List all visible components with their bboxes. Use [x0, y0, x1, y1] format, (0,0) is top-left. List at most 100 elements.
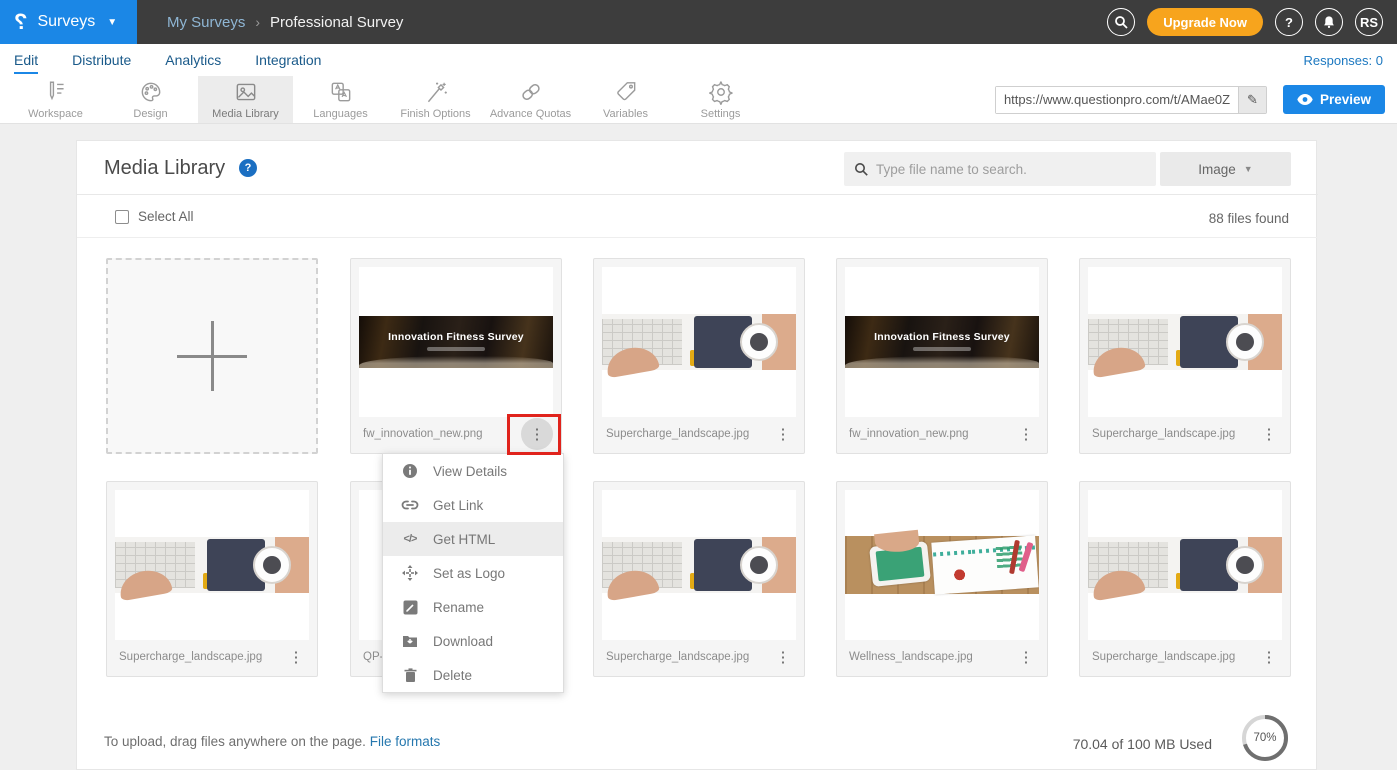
breadcrumb-separator-icon: › — [255, 14, 260, 30]
media-file-tile[interactable]: Supercharge_landscape.jpg⋮ — [593, 481, 805, 677]
media-file-tile[interactable]: Wellness_landscape.jpg⋮ — [836, 481, 1048, 677]
file-name: fw_innovation_new.png — [849, 428, 1013, 440]
media-file-tile[interactable]: Innovation Fitness Survey fw_innovation_n… — [836, 258, 1048, 454]
upload-hint: To upload, drag files anywhere on the pa… — [104, 734, 440, 749]
advance-quotas-icon — [518, 79, 544, 105]
file-options-button[interactable]: ⋮ — [283, 644, 309, 670]
media-file-tile[interactable]: Innovation Fitness Surveyfw_innovation_n… — [350, 258, 562, 454]
top-right-actions: Upgrade Now ? RS — [1107, 8, 1397, 36]
design-icon — [138, 79, 164, 105]
upload-file-tile[interactable] — [106, 258, 318, 454]
edit-url-button[interactable]: ✎ — [1238, 87, 1266, 113]
eye-icon — [1297, 94, 1313, 105]
delete-icon — [401, 668, 419, 683]
thumbnail-innovation-banner: Innovation Fitness Survey — [845, 267, 1039, 417]
toolbar-item-finish-options[interactable]: Finish Options — [388, 76, 483, 123]
upgrade-now-button[interactable]: Upgrade Now — [1147, 8, 1263, 36]
responses-count[interactable]: Responses: 0 — [1304, 53, 1397, 68]
file-name: Supercharge_landscape.jpg — [606, 651, 770, 663]
file-options-button[interactable]: ⋮ — [521, 418, 553, 450]
survey-url-input[interactable] — [996, 87, 1238, 113]
code-icon: </> — [401, 533, 419, 545]
rename-icon — [401, 600, 419, 615]
chevron-down-icon: ▼ — [107, 17, 117, 28]
workspace-icon — [43, 79, 69, 105]
file-options-button[interactable]: ⋮ — [770, 421, 796, 447]
file-name: Supercharge_landscape.jpg — [119, 651, 283, 663]
global-search-button[interactable] — [1107, 8, 1135, 36]
download-icon — [401, 634, 419, 648]
toolbar-item-workspace[interactable]: Workspace — [8, 76, 103, 123]
search-icon — [1114, 15, 1128, 29]
thumbnail-wellness-photo — [845, 490, 1039, 640]
file-options-button[interactable]: ⋮ — [1256, 644, 1282, 670]
menu-item-view-details[interactable]: View Details — [383, 454, 563, 488]
storage-used-text: 70.04 of 100 MB Used — [1073, 736, 1212, 752]
file-options-button[interactable]: ⋮ — [1013, 644, 1039, 670]
top-bar: ? Surveys ▼ My Surveys › Professional Su… — [0, 0, 1397, 44]
menu-item-download[interactable]: Download — [383, 624, 563, 658]
file-formats-link[interactable]: File formats — [370, 734, 441, 749]
storage-percent: 70% — [1240, 713, 1290, 763]
file-options-button[interactable]: ⋮ — [770, 644, 796, 670]
media-grid: Innovation Fitness Survey fw_innovation_n… — [77, 141, 1318, 770]
plus-icon — [177, 321, 247, 391]
variables-icon — [613, 79, 639, 105]
thumbnail-supercharge-photo — [1088, 490, 1282, 640]
help-button[interactable]: ? — [1275, 8, 1303, 36]
survey-url-box: ✎ — [995, 86, 1267, 114]
toolbar-item-settings[interactable]: Settings — [673, 76, 768, 123]
tab-distribute[interactable]: Distribute — [72, 46, 131, 74]
menu-item-rename[interactable]: Rename — [383, 590, 563, 624]
tab-edit[interactable]: Edit — [14, 46, 38, 74]
avatar[interactable]: RS — [1355, 8, 1383, 36]
toolbar-item-design[interactable]: Design — [103, 76, 198, 123]
menu-item-get-link[interactable]: Get Link — [383, 488, 563, 522]
toolbar-item-media-library[interactable]: Media Library — [198, 76, 293, 123]
thumbnail-innovation-banner: Innovation Fitness Survey — [359, 267, 553, 417]
toolbar-item-advance-quotas[interactable]: Advance Quotas — [483, 76, 578, 123]
file-options-button[interactable]: ⋮ — [1013, 421, 1039, 447]
storage-progress-ring: 70% — [1240, 713, 1290, 763]
menu-item-set-as-logo[interactable]: Set as Logo — [383, 556, 563, 590]
media-library-page: ? Surveys ▼ My Surveys › Professional Su… — [0, 0, 1397, 770]
media-file-tile[interactable]: Supercharge_landscape.jpg⋮ — [1079, 481, 1291, 677]
thumbnail-supercharge-photo — [115, 490, 309, 640]
tab-analytics[interactable]: Analytics — [165, 46, 221, 74]
media-file-tile[interactable]: Supercharge_landscape.jpg⋮ — [1079, 258, 1291, 454]
file-name: Supercharge_landscape.jpg — [1092, 428, 1256, 440]
menu-item-delete[interactable]: Delete — [383, 658, 563, 692]
toolbar-item-variables[interactable]: Variables — [578, 76, 673, 123]
menu-item-get-html[interactable]: </>Get HTML — [383, 522, 563, 556]
media-library-icon — [233, 79, 259, 105]
edit-toolbar: Workspace Design Media Library Languages… — [0, 76, 1397, 124]
preview-button[interactable]: Preview — [1283, 85, 1385, 114]
surveys-product-menu[interactable]: ? Surveys ▼ — [0, 0, 137, 44]
breadcrumb: My Surveys › Professional Survey — [167, 14, 403, 31]
breadcrumb-my-surveys[interactable]: My Surveys — [167, 14, 245, 31]
survey-nav: Edit Distribute Analytics Integration Re… — [0, 44, 1397, 76]
media-library-panel: Media Library ? Image ▼ Select All 88 fi… — [76, 140, 1317, 770]
finish-options-icon — [423, 79, 449, 105]
file-name: Wellness_landscape.jpg — [849, 651, 1013, 663]
toolbar-item-languages[interactable]: Languages — [293, 76, 388, 123]
media-file-tile[interactable]: Supercharge_landscape.jpg⋮ — [106, 481, 318, 677]
bell-icon — [1322, 15, 1336, 29]
thumbnail-supercharge-photo — [602, 267, 796, 417]
notifications-button[interactable] — [1315, 8, 1343, 36]
file-context-menu: View DetailsGet Link</>Get HTMLSet as Lo… — [382, 453, 564, 693]
languages-icon — [328, 79, 354, 105]
tab-integration[interactable]: Integration — [255, 46, 321, 74]
move-icon — [401, 565, 419, 581]
file-options-button[interactable]: ⋮ — [1256, 421, 1282, 447]
link-icon — [401, 498, 419, 512]
file-name: Supercharge_landscape.jpg — [606, 428, 770, 440]
media-file-tile[interactable]: Supercharge_landscape.jpg⋮ — [593, 258, 805, 454]
file-name: Supercharge_landscape.jpg — [1092, 651, 1256, 663]
thumbnail-supercharge-photo — [602, 490, 796, 640]
settings-icon — [708, 79, 734, 105]
thumbnail-supercharge-photo — [1088, 267, 1282, 417]
product-name: Surveys — [37, 13, 95, 31]
questionpro-logo-icon: ? — [14, 9, 27, 35]
info-icon — [401, 463, 419, 479]
